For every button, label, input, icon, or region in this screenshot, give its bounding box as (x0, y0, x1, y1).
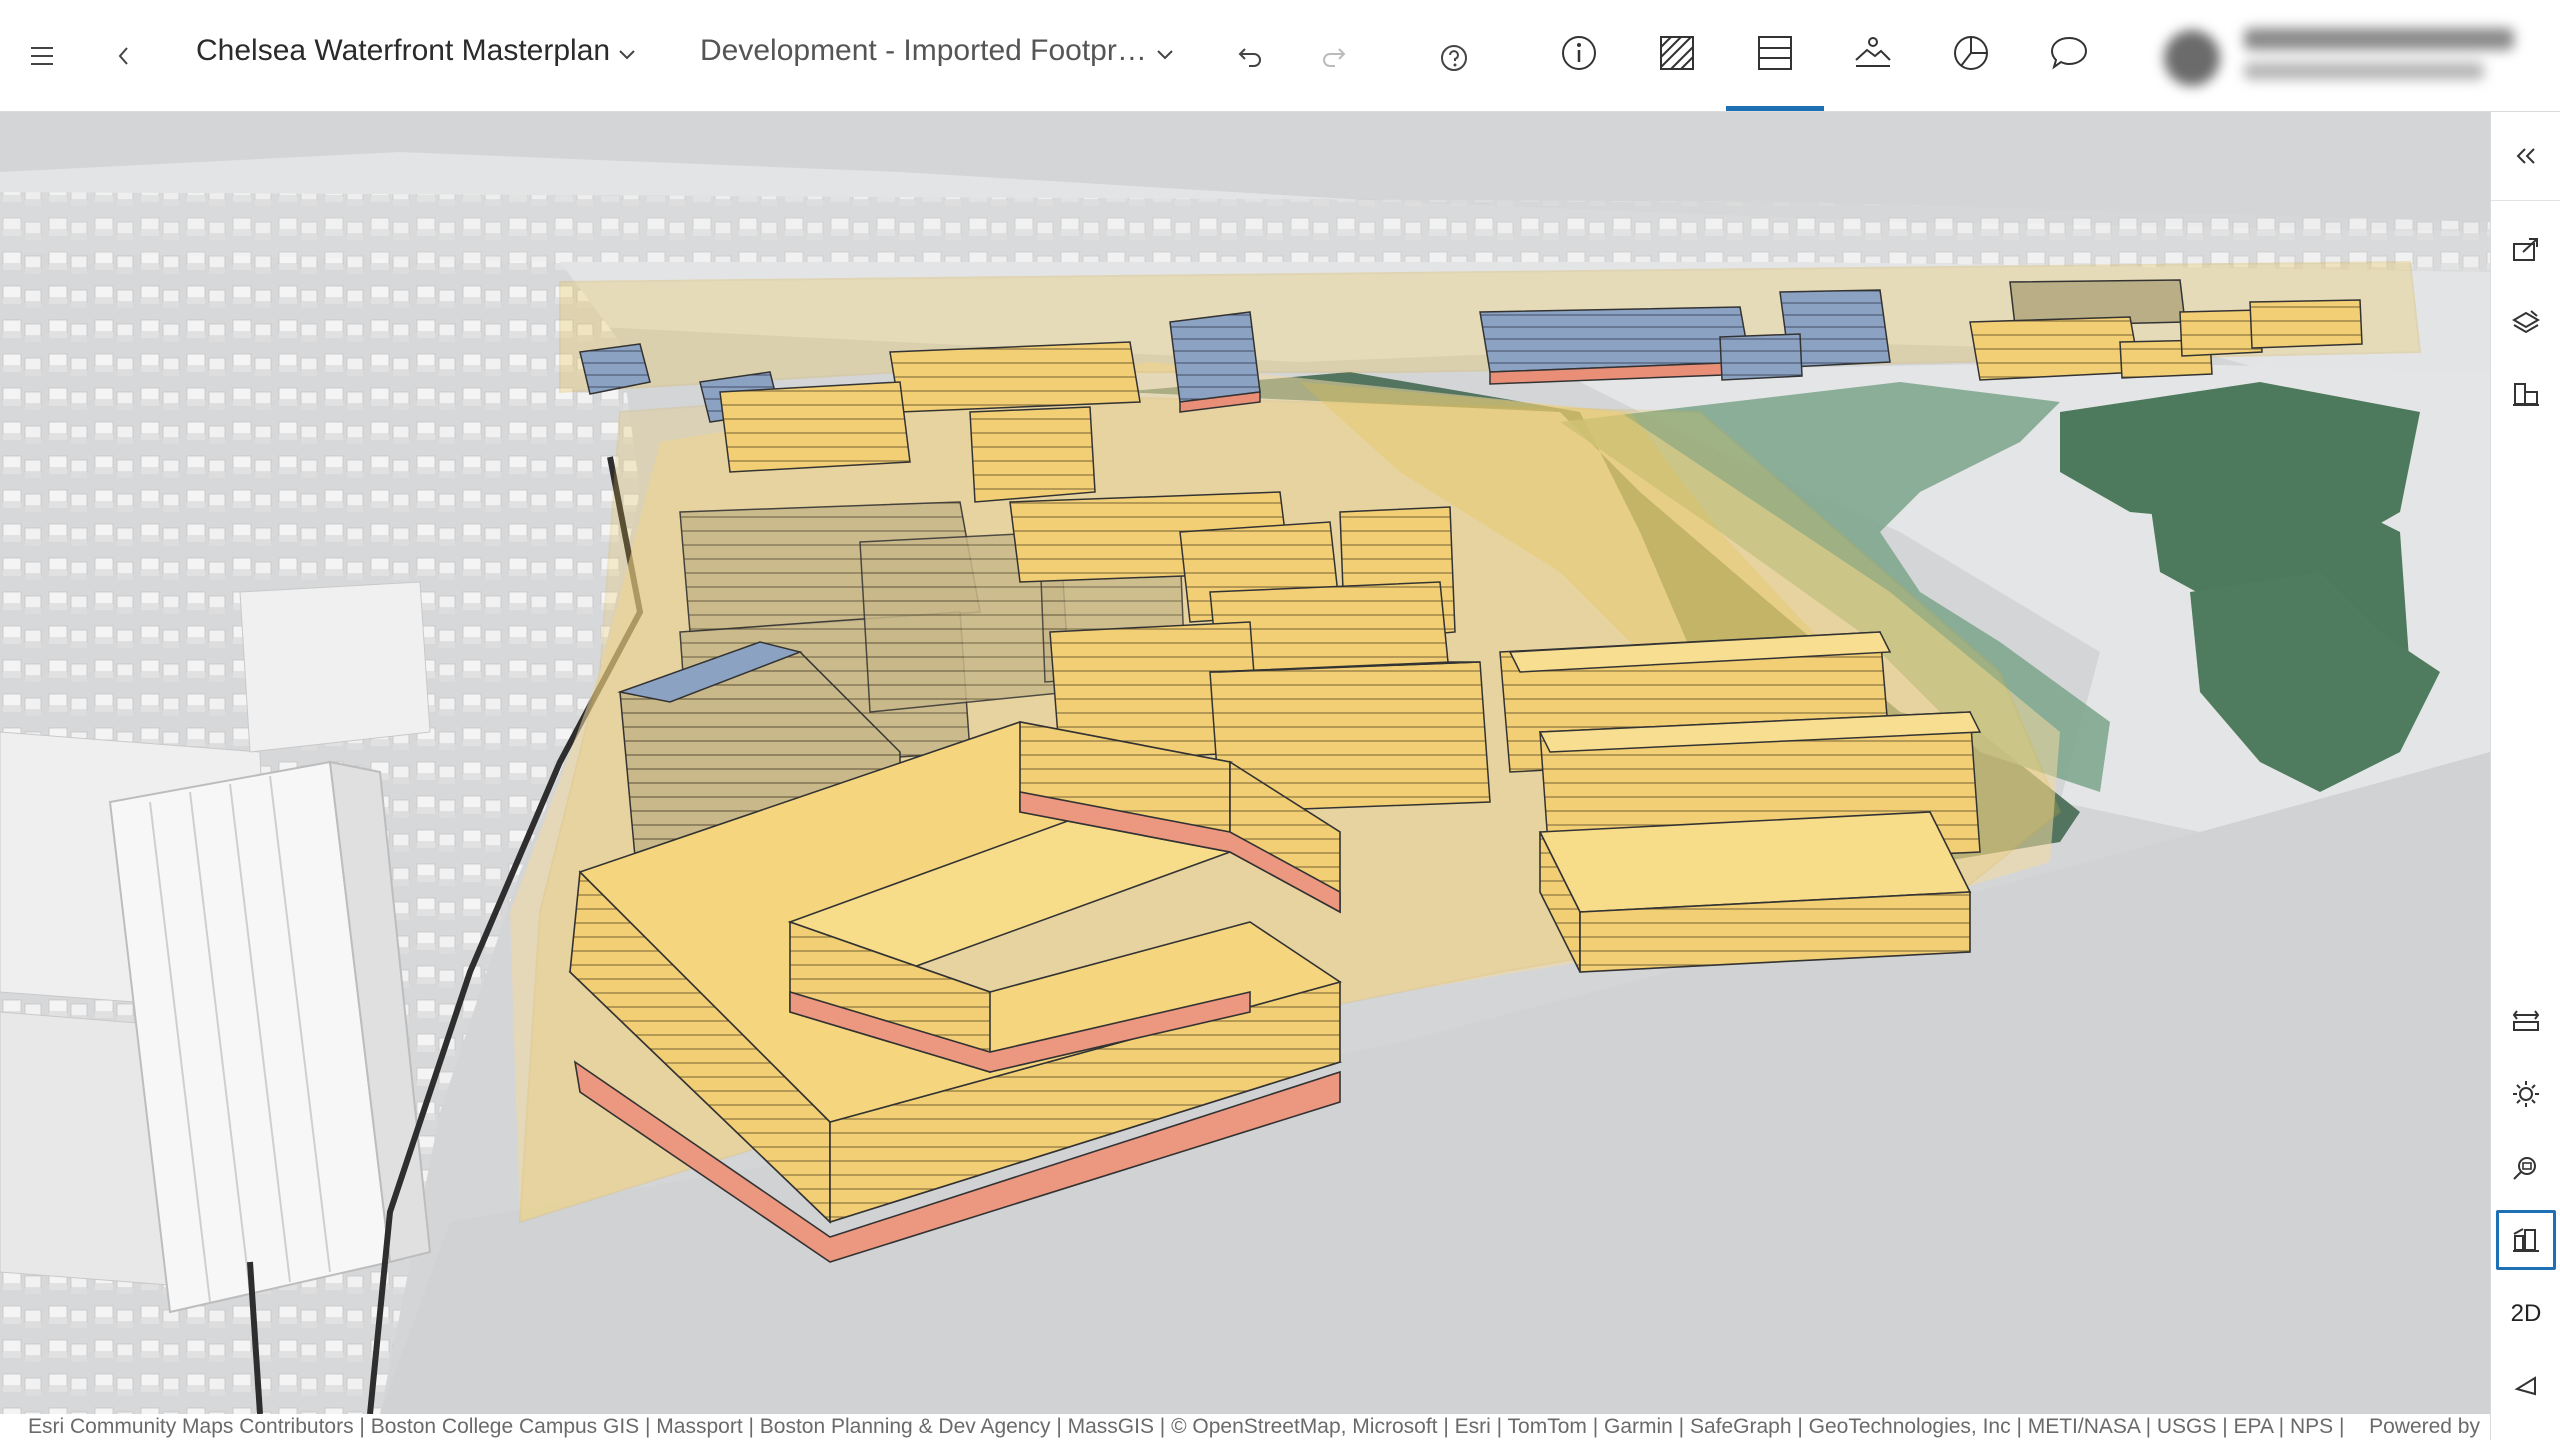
undo-icon[interactable] (1230, 36, 1270, 76)
info-icon[interactable] (1556, 30, 1602, 76)
daylight-icon[interactable] (2496, 1064, 2556, 1124)
redo-icon[interactable] (1314, 36, 1354, 76)
double-chevron-left-icon[interactable] (2496, 126, 2556, 186)
scenario-title[interactable]: Development - Imported Footpr… (700, 34, 1147, 68)
search-zoom-icon[interactable] (2496, 1138, 2556, 1198)
zones-icon[interactable] (1654, 30, 1700, 76)
attribution-text[interactable]: Esri Community Maps Contributors | Bosto… (28, 1415, 2371, 1439)
dashboard-icon[interactable] (1752, 30, 1798, 76)
map-attribution: Esri Community Maps Contributors | Bosto… (0, 1414, 2490, 1440)
measure-icon[interactable] (2496, 990, 2556, 1050)
export-icon[interactable] (2496, 220, 2556, 280)
viewpoints-icon[interactable] (1850, 30, 1896, 76)
toolbar-divider (2491, 200, 2560, 201)
hamburger-icon[interactable] (18, 36, 66, 76)
right-toolbar: 2D (2490, 112, 2560, 1440)
scene-dropdown-chevron-down-icon[interactable] (612, 40, 642, 70)
user-profile-avatar[interactable] (2160, 18, 2530, 92)
scenario-dropdown-chevron-down-icon[interactable] (1150, 40, 1180, 70)
app-header: Chelsea Waterfront Masterplan Developmen… (0, 0, 2560, 112)
buildings-icon[interactable] (2496, 364, 2556, 424)
chart-icon[interactable] (1948, 30, 1994, 76)
scene-view-map[interactable] (0, 112, 2490, 1414)
chevron-left-icon[interactable] (104, 36, 144, 76)
help-icon[interactable] (1432, 36, 1476, 80)
active-tool-indicator (1726, 106, 1824, 111)
view-mode-2d-button[interactable]: 2D (2496, 1284, 2556, 1344)
layers-icon[interactable] (2496, 292, 2556, 352)
comments-icon[interactable] (2046, 30, 2092, 76)
powered-by-link[interactable]: Powered by (2351, 1415, 2480, 1439)
analysis-icon[interactable] (2496, 1210, 2556, 1270)
compass-icon[interactable] (2496, 1356, 2556, 1416)
scene-title[interactable]: Chelsea Waterfront Masterplan (196, 34, 610, 68)
map-3d-scene (0, 112, 2490, 1414)
